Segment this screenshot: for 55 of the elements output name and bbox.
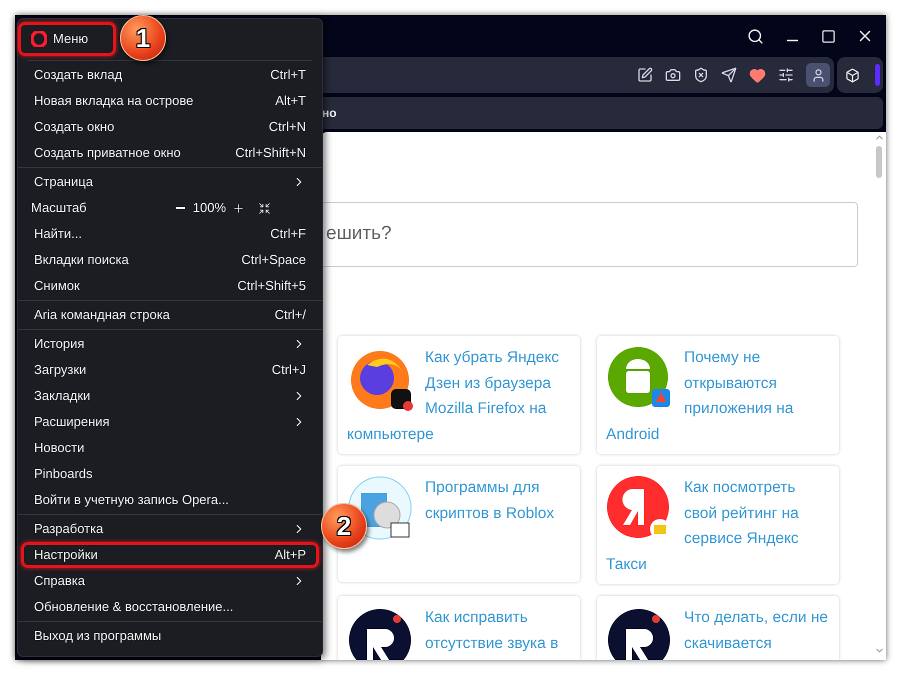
shortcut-text: Ctrl+N	[268, 118, 306, 136]
plus-icon	[232, 202, 244, 214]
menu-item[interactable]: Pinboards	[21, 461, 319, 487]
menu-item[interactable]: Снимок Ctrl+Shift+5	[21, 273, 319, 299]
menu-item[interactable]: Загрузки Ctrl+J	[21, 357, 319, 383]
shortcut-text: Ctrl+Shift+N	[235, 144, 306, 162]
menu-item[interactable]: Aria командная строка Ctrl+/	[21, 302, 319, 328]
shield-icon[interactable]	[693, 67, 709, 83]
menu-item[interactable]: Создать окно Ctrl+N	[21, 114, 319, 140]
sidebar-indicator-icon	[875, 64, 880, 86]
cube-icon[interactable]	[845, 68, 860, 82]
menu-item[interactable]: Выход из программы	[21, 623, 319, 649]
heart-icon[interactable]	[749, 66, 766, 84]
search-field[interactable]: ешить?	[322, 202, 858, 267]
shortcut-text: Ctrl+T	[270, 66, 306, 84]
menu-item[interactable]: Обновление & восстановление...	[21, 594, 319, 620]
menu-item[interactable]: Новая вкладка на острове Alt+T	[21, 88, 319, 114]
menu-item[interactable]: Справка	[21, 568, 319, 594]
shortcut-text: Ctrl+F	[270, 225, 306, 244]
scrollbar-thumb[interactable]	[876, 146, 882, 178]
menu-item[interactable]: Разработка	[21, 516, 319, 542]
menu-item[interactable]: Создать приватное окно Ctrl+Shift+N	[21, 140, 319, 166]
menu-item[interactable]: Новости	[21, 435, 319, 461]
menu-title[interactable]: Меню	[18, 22, 116, 56]
opera-logo-icon	[31, 31, 47, 47]
bookmark-text: но	[322, 105, 337, 122]
settings-icon[interactable]	[778, 67, 794, 83]
fullscreen-icon[interactable]	[258, 202, 271, 214]
menu-item[interactable]: Расширения	[21, 409, 319, 435]
menu-item[interactable]: Настройки Alt+P	[21, 542, 319, 568]
shortcut-text: Alt+T	[275, 92, 306, 110]
search-icon[interactable]	[747, 28, 764, 44]
shortcut-text: Ctrl+J	[272, 361, 306, 380]
edit-icon[interactable]	[637, 67, 653, 83]
minus-icon	[176, 207, 186, 209]
profile-button[interactable]	[806, 63, 830, 87]
camera-icon[interactable]	[665, 67, 681, 83]
user-icon	[810, 68, 826, 82]
menu-item[interactable]: Страница	[21, 169, 319, 195]
maximize-icon[interactable]	[821, 28, 836, 44]
menu-item[interactable]: Создать вклад Ctrl+T	[21, 62, 319, 88]
menu-item-label: Масштаб	[31, 199, 88, 218]
shortcut-text: Ctrl+Space	[241, 251, 306, 270]
menu-item[interactable]: Вкладки поиска Ctrl+Space	[21, 247, 319, 273]
send-icon[interactable]	[721, 67, 737, 83]
menu-item[interactable]: Закладки	[21, 383, 319, 409]
menu-item[interactable]: Войти в учетную запись Opera...	[21, 487, 319, 513]
menu-item[interactable]: Найти... Ctrl+F	[21, 221, 319, 247]
shortcut-text: Alt+P	[274, 546, 306, 564]
menu-item[interactable]: История	[21, 331, 319, 357]
shortcut-text: Ctrl+/	[274, 306, 306, 324]
zoom-level: 100%	[192, 199, 226, 218]
shortcut-text: Ctrl+Shift+5	[237, 277, 306, 296]
scrollbar[interactable]	[872, 132, 886, 660]
yandex-logo-icon	[606, 475, 672, 541]
